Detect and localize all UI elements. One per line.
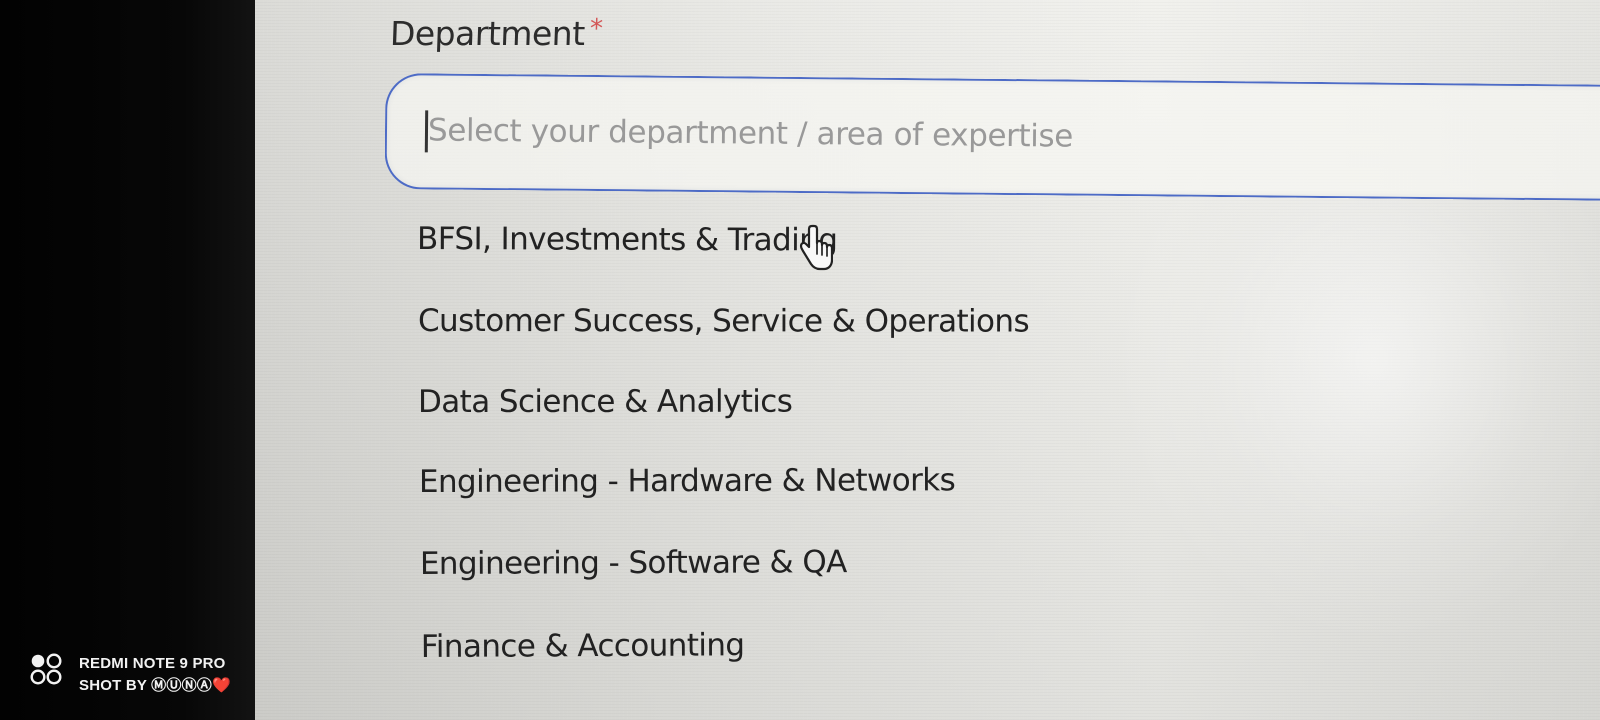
- required-star: *: [589, 14, 603, 44]
- monitor-bezel: [0, 0, 262, 720]
- watermark-shot-by-line: SHOT BY ⓂⓊⓃⒶ❤️: [79, 677, 231, 694]
- department-input[interactable]: Select your department / area of experti…: [384, 73, 1600, 202]
- watermark-text: REDMI NOTE 9 PRO SHOT BY ⓂⓊⓃⒶ❤️: [79, 653, 231, 696]
- photo-of-monitor: Department * Select your department / are…: [0, 0, 1600, 720]
- department-option-customer-success[interactable]: Customer Success, Service & Operations: [418, 303, 1318, 384]
- camera-logo-icon: [30, 653, 62, 685]
- department-option-data-science[interactable]: Data Science & Analytics: [418, 383, 1318, 464]
- department-option-bfsi[interactable]: BFSI, Investments & Trading: [417, 221, 1317, 304]
- department-option-engineering-hardware[interactable]: Engineering - Hardware & Networks: [419, 461, 1319, 544]
- department-dropdown: BFSI, Investments & Trading Customer Suc…: [417, 221, 1317, 701]
- department-label: Department *: [389, 14, 603, 53]
- department-placeholder: Select your department / area of experti…: [427, 112, 1074, 155]
- department-option-finance[interactable]: Finance & Accounting: [421, 624, 1321, 709]
- department-form-screen: Department * Select your department / are…: [255, 0, 1600, 720]
- watermark-device-line: REDMI NOTE 9 PRO: [79, 655, 226, 672]
- department-option-engineering-software[interactable]: Engineering - Software & QA: [420, 542, 1320, 626]
- department-label-text: Department: [389, 14, 586, 53]
